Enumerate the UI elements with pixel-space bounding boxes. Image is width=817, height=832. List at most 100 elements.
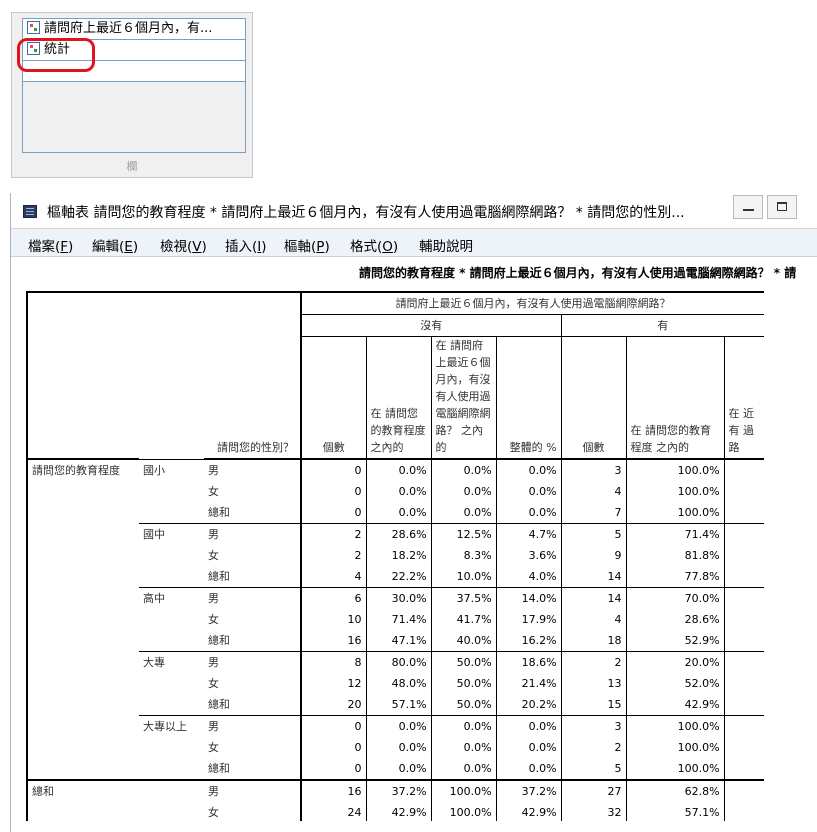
value-cell: 0 <box>301 715 367 737</box>
value-cell: 32 <box>560 802 627 821</box>
group-header-no: 沒有 <box>301 314 562 337</box>
sex-label: 男 <box>204 523 303 545</box>
value-cell: 0.0% <box>495 458 562 481</box>
value-cell: 0.0% <box>495 737 562 758</box>
sex-label: 女 <box>204 737 303 758</box>
sex-label: 總和 <box>204 630 303 652</box>
sex-label: 女 <box>204 545 303 566</box>
value-cell: 8 <box>301 651 367 673</box>
value-cell: 47.1% <box>365 630 432 652</box>
value-cell: 52.0% <box>625 673 725 694</box>
value-cell <box>723 651 765 673</box>
value-cell: 0.0% <box>430 737 497 758</box>
table-row: 總和男 16 37.2% 100.0% 37.2% 27 62.8% <box>26 779 765 821</box>
value-cell: 2 <box>560 737 627 758</box>
value-cell: 15 <box>560 694 627 716</box>
value-cell: 100.0% <box>625 715 725 737</box>
value-cell <box>723 545 765 566</box>
menu-help[interactable]: 輔助說明 <box>419 235 473 255</box>
value-cell: 80.0% <box>365 651 432 673</box>
value-cell <box>723 458 765 481</box>
value-cell: 0.0% <box>430 758 497 780</box>
value-cell: 52.9% <box>625 630 725 652</box>
layers-panel: 請問府上最近６個月內，有... 統計 欄 <box>11 12 253 178</box>
panel-footer-label: 欄 <box>126 160 138 173</box>
column-header: 在 請問您的教育程度 之內的 <box>625 336 725 459</box>
header-row: 請問您的性別？ 請問府上最近６個月內，有沒有人使用過電腦網際網路？ <box>26 291 765 459</box>
education-level: 大專以上 <box>139 715 204 780</box>
menu-format[interactable]: 格式(O) <box>350 235 398 255</box>
layer-item-crosstab[interactable]: 請問府上最近６個月內，有... <box>23 19 245 40</box>
value-cell: 71.4% <box>365 609 432 630</box>
pivot-table: 請問您的性別？ 請問府上最近６個月內，有沒有人使用過電腦網際網路？ 沒有有個數在 請… <box>26 291 817 821</box>
table-row: 大專以上男 0 0.0% 0.0% 0.0% 3 100.0% <box>26 715 765 780</box>
education-level: 高中 <box>139 587 204 652</box>
menu-pivot[interactable]: 樞軸(P) <box>284 235 330 255</box>
menu-edit[interactable]: 編輯(E) <box>92 235 138 255</box>
value-cell <box>723 694 765 716</box>
value-cell: 48.0% <box>365 673 432 694</box>
menu-insert[interactable]: 插入(I) <box>225 235 267 255</box>
value-cell: 0.0% <box>430 715 497 737</box>
value-cell: 0.0% <box>495 758 562 780</box>
value-cell: 100.0% <box>430 779 497 802</box>
value-cell: 18.2% <box>365 545 432 566</box>
value-cell: 0.0% <box>495 502 562 524</box>
column-header: 在 近 有 過 路 <box>723 336 765 459</box>
value-cell: 4 <box>560 609 627 630</box>
maximize-button[interactable] <box>767 195 797 219</box>
value-cell: 71.4% <box>625 523 725 545</box>
value-cell: 0.0% <box>365 481 432 502</box>
window-titlebar[interactable]: 樞軸表 請問您的教育程度 * 請問府上最近６個月內，有沒有人使用過電腦網際網路？… <box>11 193 817 229</box>
value-cell: 81.8% <box>625 545 725 566</box>
value-cell <box>723 758 765 780</box>
menu-bar: 檔案(F) 編輯(E) 檢視(V) 插入(I) 樞軸(P) 格式(O) 輔助說明 <box>11 229 817 257</box>
pivot-table-icon <box>23 205 37 218</box>
sex-label: 總和 <box>204 502 303 524</box>
value-cell: 100.0% <box>625 481 725 502</box>
value-cell: 20 <box>347 698 362 711</box>
value-cell: 8.3% <box>430 545 497 566</box>
value-cell: 42.9% <box>365 802 432 821</box>
menu-file[interactable]: 檔案(F) <box>28 235 73 255</box>
table-row: 請問您的教育程度 國小男 0 0.0% 0.0% 0.0% 3 100.0% <box>26 458 765 524</box>
value-cell: 20.2% <box>495 694 562 716</box>
table-row: 大專男 8 80.0% 50.0% 18.6% 2 20.0% <box>26 651 765 716</box>
sex-label: 總和 <box>204 758 303 780</box>
value-cell <box>723 566 765 588</box>
value-cell <box>723 502 765 524</box>
value-cell <box>723 481 765 502</box>
layer-item-label: 請問府上最近６個月內，有... <box>44 21 213 36</box>
value-cell: 0.0% <box>430 502 497 524</box>
value-cell: 0.0% <box>365 458 432 481</box>
sex-label: 男 <box>204 715 303 737</box>
value-cell: 14.0% <box>495 587 562 609</box>
value-cell: 57.1% <box>365 694 432 716</box>
row-variable-name <box>26 651 139 716</box>
sex-label: 女 <box>204 481 303 502</box>
minimize-button[interactable] <box>733 195 763 219</box>
value-cell: 17.9% <box>495 609 562 630</box>
value-cell: 0.0% <box>365 758 432 780</box>
crosstab-table: 請問您的性別？ 請問府上最近６個月內，有沒有人使用過電腦網際網路？ 沒有有個數在 請… <box>26 291 765 821</box>
sex-label: 男 <box>204 779 303 802</box>
value-cell: 0.0% <box>430 458 497 481</box>
value-cell: 4 <box>560 481 627 502</box>
value-cell: 22.2% <box>365 566 432 588</box>
column-header: 在 請問府上最近６個月內，有沒有人使用過電腦網際網路？ 之內的 <box>430 336 497 459</box>
value-cell: 5 <box>560 523 627 545</box>
column-header: 個數 <box>301 336 367 459</box>
value-cell: 21.4% <box>495 673 562 694</box>
menu-view[interactable]: 檢視(V) <box>160 235 207 255</box>
value-cell: 0.0% <box>430 481 497 502</box>
group-header-yes: 有 <box>560 314 765 337</box>
column-header: 個數 <box>560 336 627 459</box>
value-cell: 42.9% <box>625 694 725 716</box>
value-cell: 28.6% <box>625 609 725 630</box>
value-cell: 0 <box>301 458 367 481</box>
value-cell: 14 <box>560 587 627 609</box>
row-variable-name <box>26 587 139 652</box>
value-cell: 37.5% <box>430 587 497 609</box>
value-cell: 3 <box>560 458 627 481</box>
value-cell: 7 <box>560 502 627 524</box>
